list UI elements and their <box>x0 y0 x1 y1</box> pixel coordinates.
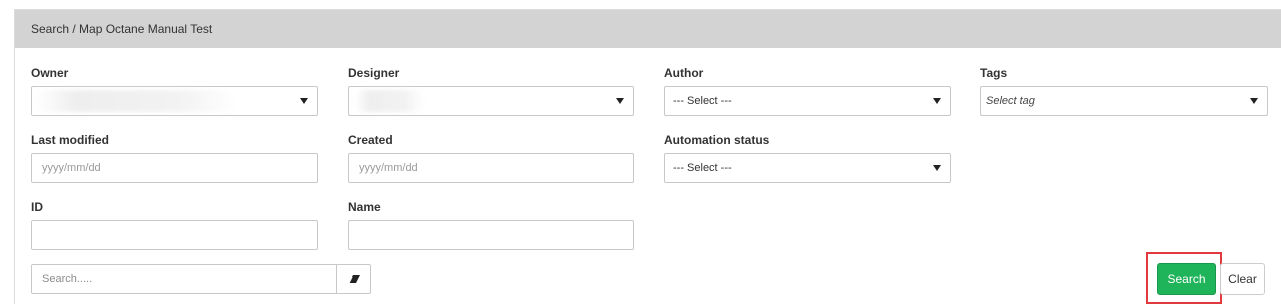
tags-select-value: Select tag <box>986 95 1035 107</box>
clear-button[interactable]: Clear <box>1220 263 1265 295</box>
search-map-panel: Search / Map Octane Manual Test Owner De… <box>14 9 1281 304</box>
designer-select[interactable] <box>348 86 634 116</box>
last-modified-label: Last modified <box>31 133 110 147</box>
chevron-down-icon <box>933 165 941 171</box>
id-label: ID <box>31 200 43 214</box>
name-label: Name <box>348 200 381 214</box>
designer-redacted-value <box>355 90 425 112</box>
last-modified-field[interactable] <box>31 153 318 183</box>
automation-status-label: Automation status <box>664 133 770 147</box>
search-box[interactable] <box>31 264 337 294</box>
id-input[interactable] <box>32 221 317 249</box>
tags-select[interactable]: Select tag <box>980 86 1268 116</box>
eraser-icon <box>348 275 360 284</box>
last-modified-input[interactable] <box>32 154 317 182</box>
chevron-down-icon <box>300 98 308 104</box>
panel-title: Search / Map Octane Manual Test <box>31 22 213 36</box>
author-label: Author <box>664 66 704 80</box>
author-select[interactable]: --- Select --- <box>664 86 951 116</box>
panel-header: Search / Map Octane Manual Test <box>15 10 1281 48</box>
clear-search-button[interactable] <box>336 264 371 294</box>
owner-select[interactable] <box>31 86 318 116</box>
owner-label: Owner <box>31 66 69 80</box>
chevron-down-icon <box>616 98 624 104</box>
automation-status-select-value: --- Select --- <box>673 162 732 174</box>
search-button[interactable]: Search <box>1157 263 1216 295</box>
designer-label: Designer <box>348 66 400 80</box>
chevron-down-icon <box>1250 98 1258 104</box>
owner-redacted-value <box>36 90 236 112</box>
tags-label: Tags <box>980 66 1008 80</box>
chevron-down-icon <box>933 98 941 104</box>
author-select-value: --- Select --- <box>673 95 732 107</box>
created-field[interactable] <box>348 153 634 183</box>
search-input[interactable] <box>32 265 336 293</box>
automation-status-select[interactable]: --- Select --- <box>664 153 951 183</box>
id-field[interactable] <box>31 220 318 250</box>
created-input[interactable] <box>349 154 633 182</box>
name-input[interactable] <box>349 221 633 249</box>
name-field[interactable] <box>348 220 634 250</box>
created-label: Created <box>348 133 393 147</box>
